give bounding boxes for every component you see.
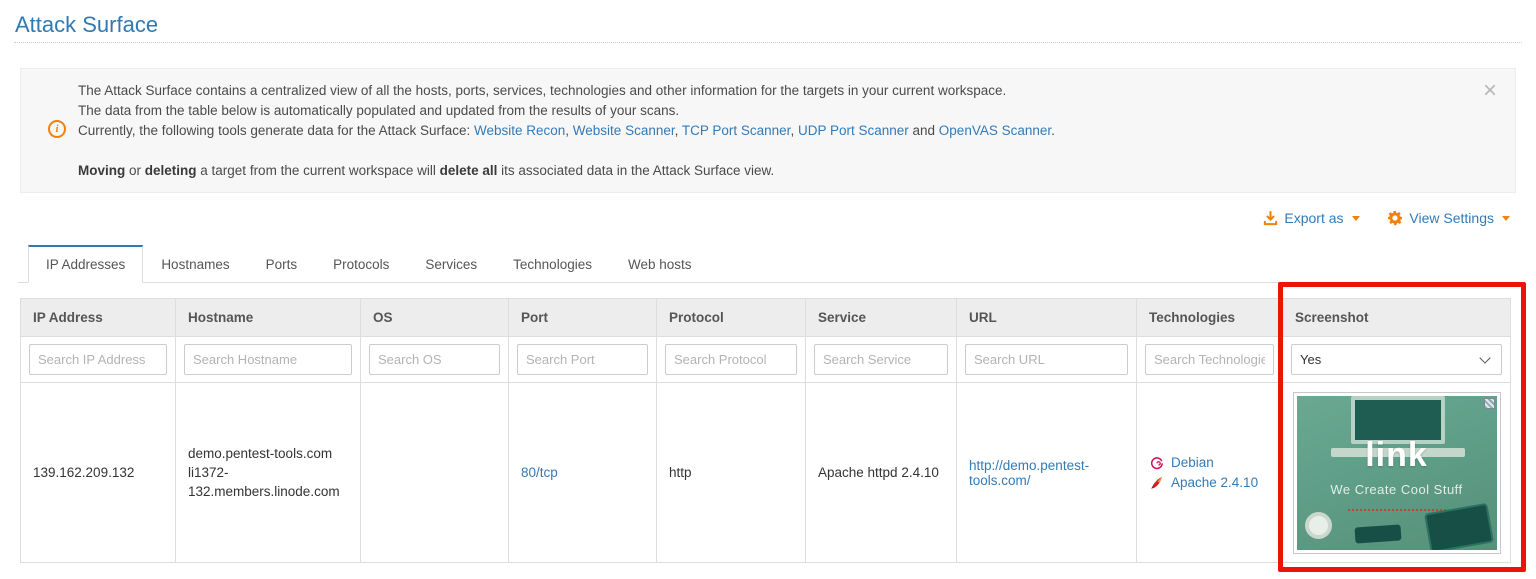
attack-surface-table: IP Address Hostname OS Port Protocol Ser… bbox=[20, 298, 1511, 563]
hostname-primary: demo.pentest-tools.com bbox=[188, 444, 348, 463]
export-as-label: Export as bbox=[1284, 210, 1343, 226]
title-divider bbox=[14, 42, 1522, 43]
thumbnail-site-title: link bbox=[1297, 436, 1497, 475]
link-website-scanner[interactable]: Website Scanner bbox=[573, 123, 675, 138]
tab-ip-addresses[interactable]: IP Addresses bbox=[28, 245, 143, 283]
thumbnail-site-subtitle: We Create Cool Stuff bbox=[1297, 482, 1497, 497]
info-line-2: The data from the table below is automat… bbox=[78, 101, 1455, 121]
close-icon[interactable]: × bbox=[1481, 77, 1499, 105]
tab-hostnames[interactable]: Hostnames bbox=[143, 245, 247, 283]
url-link[interactable]: http://demo.pentest-tools.com/ bbox=[969, 458, 1089, 488]
apache-icon bbox=[1149, 476, 1164, 490]
header-hostname: Hostname bbox=[176, 299, 361, 337]
gear-icon bbox=[1387, 210, 1403, 226]
technology-item-debian: Debian bbox=[1149, 454, 1270, 472]
cell-url: http://demo.pentest-tools.com/ bbox=[957, 383, 1137, 563]
search-url-input[interactable] bbox=[965, 344, 1128, 375]
search-technologies-input[interactable] bbox=[1145, 344, 1274, 375]
link-openvas-scanner[interactable]: OpenVAS Scanner bbox=[939, 123, 1051, 138]
cell-os bbox=[361, 383, 509, 563]
header-technologies: Technologies bbox=[1137, 299, 1283, 337]
header-os: OS bbox=[361, 299, 509, 337]
technology-link-apache[interactable]: Apache 2.4.10 bbox=[1171, 474, 1258, 492]
screenshot-filter-select[interactable]: Yes bbox=[1291, 344, 1502, 375]
search-port-input[interactable] bbox=[517, 344, 648, 375]
screenshot-thumbnail[interactable]: link We Create Cool Stuff bbox=[1293, 392, 1501, 554]
tab-services[interactable]: Services bbox=[407, 245, 495, 283]
header-row: IP Address Hostname OS Port Protocol Ser… bbox=[21, 299, 1511, 337]
cell-protocol: http bbox=[657, 383, 806, 563]
cell-service: Apache httpd 2.4.10 bbox=[806, 383, 957, 563]
hostname-secondary: li1372-132.members.linode.com bbox=[188, 463, 348, 501]
table-toolbar: Export as View Settings bbox=[0, 209, 1510, 233]
view-settings-label: View Settings bbox=[1409, 210, 1494, 226]
debian-icon bbox=[1149, 456, 1164, 470]
header-port: Port bbox=[509, 299, 657, 337]
thumbnail-red-text-line bbox=[1348, 509, 1446, 511]
info-banner: i × The Attack Surface contains a centra… bbox=[20, 68, 1516, 193]
technology-link-debian[interactable]: Debian bbox=[1171, 454, 1214, 472]
link-udp-port-scanner[interactable]: UDP Port Scanner bbox=[798, 123, 909, 138]
link-tcp-port-scanner[interactable]: TCP Port Scanner bbox=[682, 123, 791, 138]
export-as-button[interactable]: Export as bbox=[1263, 210, 1359, 226]
search-hostname-input[interactable] bbox=[184, 344, 352, 375]
filter-row: Yes bbox=[21, 337, 1511, 383]
info-warning-line: Moving or deleting a target from the cur… bbox=[78, 161, 1455, 181]
download-icon bbox=[1263, 211, 1278, 226]
tab-ports[interactable]: Ports bbox=[248, 245, 316, 283]
phone-shape bbox=[1354, 524, 1401, 543]
broken-image-icon bbox=[1484, 398, 1495, 409]
search-protocol-input[interactable] bbox=[665, 344, 797, 375]
header-ip-address: IP Address bbox=[21, 299, 176, 337]
tab-technologies[interactable]: Technologies bbox=[495, 245, 610, 283]
header-url: URL bbox=[957, 299, 1137, 337]
search-os-input[interactable] bbox=[369, 344, 500, 375]
cell-port: 80/tcp bbox=[509, 383, 657, 563]
info-line-1: The Attack Surface contains a centralize… bbox=[78, 81, 1455, 101]
coffee-cup-shape bbox=[1305, 512, 1332, 539]
cell-hostname: demo.pentest-tools.com li1372-132.member… bbox=[176, 383, 361, 563]
caret-down-icon bbox=[1502, 216, 1510, 221]
header-protocol: Protocol bbox=[657, 299, 806, 337]
port-link[interactable]: 80/tcp bbox=[521, 465, 558, 480]
search-ip-address-input[interactable] bbox=[29, 344, 167, 375]
search-service-input[interactable] bbox=[814, 344, 948, 375]
info-icon: i bbox=[48, 120, 66, 138]
technology-item-apache: Apache 2.4.10 bbox=[1149, 474, 1270, 492]
cell-technologies: Debian Apache 2.4.10 bbox=[1137, 383, 1283, 563]
table-row: 139.162.209.132 demo.pentest-tools.com l… bbox=[21, 383, 1511, 563]
tools-line-prefix: Currently, the following tools generate … bbox=[78, 123, 474, 138]
tab-protocols[interactable]: Protocols bbox=[315, 245, 407, 283]
website-screenshot-image: link We Create Cool Stuff bbox=[1297, 396, 1497, 550]
cell-screenshot: link We Create Cool Stuff bbox=[1283, 383, 1511, 563]
header-screenshot: Screenshot bbox=[1283, 299, 1511, 337]
view-settings-button[interactable]: View Settings bbox=[1387, 210, 1510, 226]
tab-web-hosts[interactable]: Web hosts bbox=[610, 245, 710, 283]
page-title: Attack Surface bbox=[0, 0, 1536, 42]
info-tools-line: Currently, the following tools generate … bbox=[78, 121, 1455, 141]
attack-surface-tabs: IP Addresses Hostnames Ports Protocols S… bbox=[18, 245, 1518, 283]
link-website-recon[interactable]: Website Recon bbox=[474, 123, 565, 138]
cell-ip-address: 139.162.209.132 bbox=[21, 383, 176, 563]
header-service: Service bbox=[806, 299, 957, 337]
caret-down-icon bbox=[1352, 216, 1360, 221]
